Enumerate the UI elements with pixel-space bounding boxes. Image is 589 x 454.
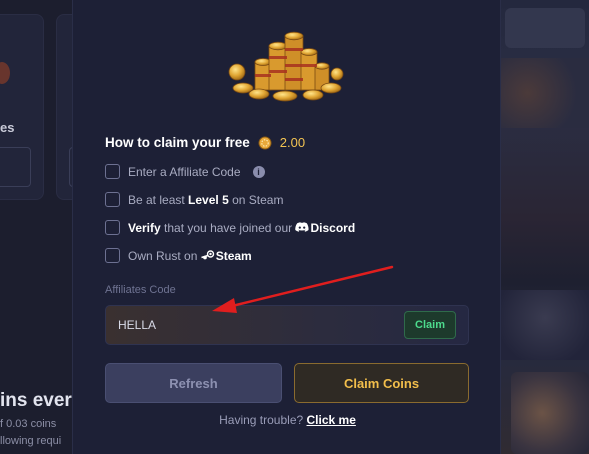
requirement-text: Be at least bbox=[128, 192, 189, 207]
background-tile bbox=[505, 8, 585, 48]
background-text-fragment: f 0.03 coins bbox=[0, 418, 57, 430]
claim-coins-button[interactable]: Claim Coins bbox=[294, 363, 469, 403]
affiliate-code-label: Affiliates Code bbox=[105, 284, 176, 296]
background-left-panel: es ins ever f 0.03 coins llowing requi bbox=[0, 0, 89, 454]
claim-code-button[interactable]: Claim bbox=[404, 311, 456, 339]
requirement-steam-level: Be at least Level 5 on Steam bbox=[105, 192, 283, 207]
claim-title: How to claim your free 2.00 bbox=[105, 135, 305, 150]
claim-title-text: How to claim your free bbox=[105, 135, 250, 150]
background-card-button bbox=[0, 147, 31, 187]
requirement-checkbox[interactable] bbox=[105, 192, 120, 207]
requirement-highlight: Verify bbox=[128, 220, 161, 235]
requirement-affiliate-code: Enter a Affiliate Code i bbox=[105, 164, 265, 179]
steam-icon bbox=[200, 250, 214, 260]
refresh-button[interactable]: Refresh bbox=[105, 363, 282, 403]
reward-amount: 2.00 bbox=[279, 135, 306, 150]
requirement-own-rust: Own Rust on Steam bbox=[105, 248, 252, 263]
background-heading-fragment: ins ever bbox=[0, 390, 72, 411]
requirement-checkbox[interactable] bbox=[105, 164, 120, 179]
requirement-text: on Steam bbox=[228, 192, 284, 207]
background-card bbox=[0, 14, 44, 200]
background-text-fragment: llowing requi bbox=[0, 435, 62, 447]
affiliate-code-field: Claim bbox=[105, 305, 469, 345]
background-image-tile bbox=[501, 290, 589, 360]
requirement-highlight: Steam bbox=[215, 248, 252, 263]
background-text-fragment: es bbox=[0, 120, 15, 135]
discord-icon bbox=[295, 222, 310, 232]
click-me-link[interactable]: Click me bbox=[307, 413, 356, 427]
requirement-text: Enter a Affiliate Code bbox=[128, 164, 241, 179]
requirement-text: Own Rust on bbox=[128, 248, 201, 263]
info-icon[interactable]: i bbox=[252, 165, 265, 178]
background-image-tile bbox=[511, 372, 589, 454]
requirement-highlight: Level 5 bbox=[188, 192, 229, 207]
trouble-row: Having trouble? Click me bbox=[73, 413, 502, 427]
affiliate-code-input[interactable] bbox=[106, 306, 396, 344]
coin-icon bbox=[258, 136, 272, 149]
background-image-tile bbox=[501, 58, 589, 128]
requirement-checkbox[interactable] bbox=[105, 248, 120, 263]
free-coins-modal: How to claim your free 2.00 Enter a Affi… bbox=[72, 0, 501, 454]
coin-pile-icon bbox=[228, 31, 344, 102]
requirement-text: that you have joined our bbox=[160, 220, 296, 235]
requirement-discord: Verify that you have joined our Discord bbox=[105, 220, 355, 235]
discord-label: Discord bbox=[310, 220, 356, 235]
trouble-text: Having trouble? bbox=[219, 413, 304, 427]
background-right-panel bbox=[501, 0, 589, 454]
requirement-checkbox[interactable] bbox=[105, 220, 120, 235]
